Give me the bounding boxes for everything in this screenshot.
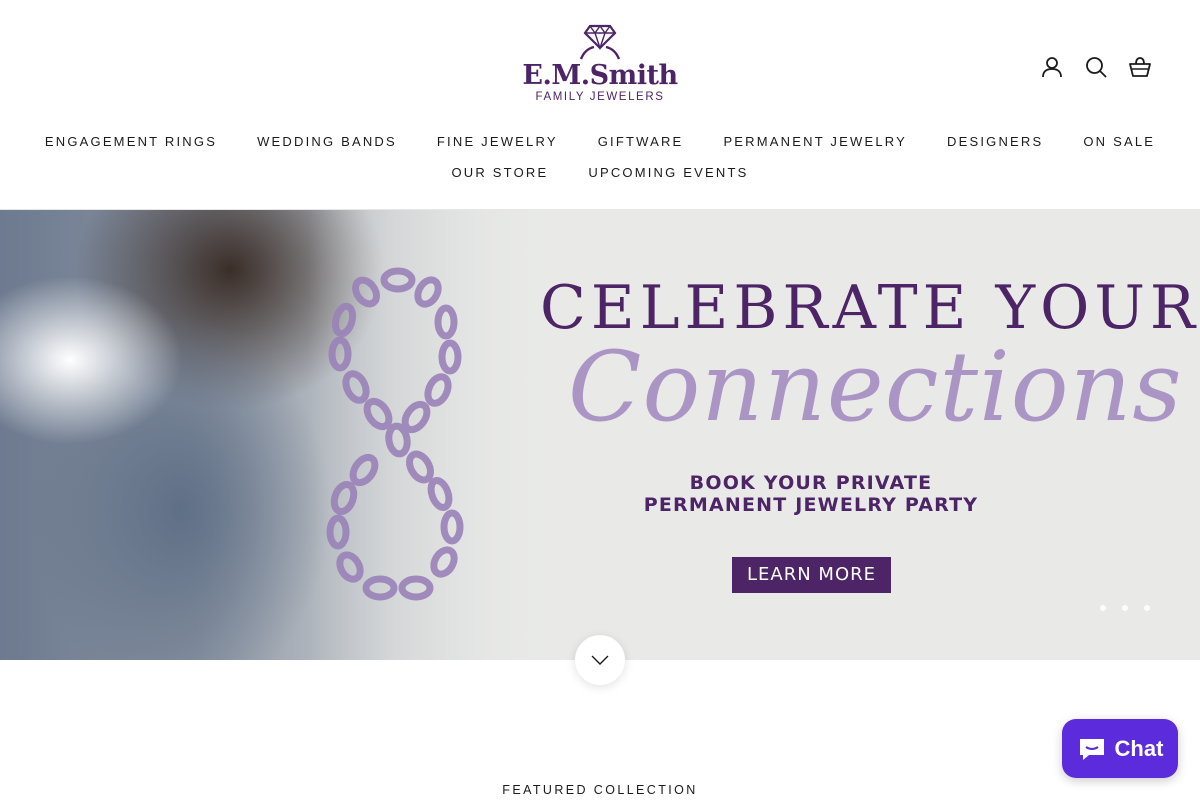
hero-subtitle-line-2: PERMANENT JEWELRY PARTY: [643, 494, 979, 516]
hero-title: CELEBRATE YOUR: [540, 273, 1200, 343]
slideshow-dots: [1100, 605, 1150, 611]
chat-button[interactable]: Chat: [1062, 719, 1178, 778]
nav-engagement-rings[interactable]: ENGAGEMENT RINGS: [45, 134, 217, 150]
nav-upcoming-events[interactable]: UPCOMING EVENTS: [588, 165, 748, 181]
slide-dot-3[interactable]: [1144, 605, 1150, 611]
hero-script-text: Connections: [568, 331, 1183, 443]
nav-on-sale[interactable]: ON SALE: [1083, 134, 1155, 150]
site-header: E.M.Smith FAMILY JEWELERS ENGAGEMENT RIN…: [0, 0, 1200, 210]
featured-collection-heading: FEATURED COLLECTION: [502, 783, 698, 797]
header-icons: [1040, 55, 1152, 79]
nav-designers[interactable]: DESIGNERS: [947, 134, 1043, 150]
hero-subtitle: BOOK YOUR PRIVATE PERMANENT JEWELRY PART…: [611, 472, 1011, 516]
infinity-chain-graphic: [326, 267, 464, 601]
cart-icon[interactable]: [1128, 55, 1152, 79]
diamond-ring-icon: [579, 24, 621, 60]
nav-our-store[interactable]: OUR STORE: [452, 165, 549, 181]
logo-subtitle: FAMILY JEWELERS: [535, 91, 665, 103]
chat-bubble-icon: [1079, 738, 1104, 760]
hero-slideshow[interactable]: Connections CELEBRATE YOUR BOOK YOUR PRI…: [0, 210, 1200, 660]
slide-dot-2[interactable]: [1122, 605, 1128, 611]
learn-more-button[interactable]: LEARN MORE: [732, 557, 891, 593]
chevron-down-icon: [591, 655, 609, 665]
nav-giftware[interactable]: GIFTWARE: [598, 134, 684, 150]
main-nav-row-2: OUR STORE UPCOMING EVENTS: [0, 165, 1200, 181]
nav-fine-jewelry[interactable]: FINE JEWELRY: [437, 134, 558, 150]
scroll-down-button[interactable]: [575, 635, 625, 685]
account-icon[interactable]: [1040, 55, 1064, 79]
nav-permanent-jewelry[interactable]: PERMANENT JEWELRY: [723, 134, 907, 150]
store-logo[interactable]: E.M.Smith FAMILY JEWELERS: [520, 22, 680, 112]
main-nav-row-1: ENGAGEMENT RINGS WEDDING BANDS FINE JEWE…: [0, 134, 1200, 150]
search-icon[interactable]: [1084, 55, 1108, 79]
nav-wedding-bands[interactable]: WEDDING BANDS: [257, 134, 397, 150]
hero-subtitle-line-1: BOOK YOUR PRIVATE: [689, 472, 933, 494]
logo-name: E.M.Smith: [522, 60, 678, 91]
slide-dot-1[interactable]: [1100, 605, 1106, 611]
chat-label: Chat: [1114, 735, 1164, 761]
